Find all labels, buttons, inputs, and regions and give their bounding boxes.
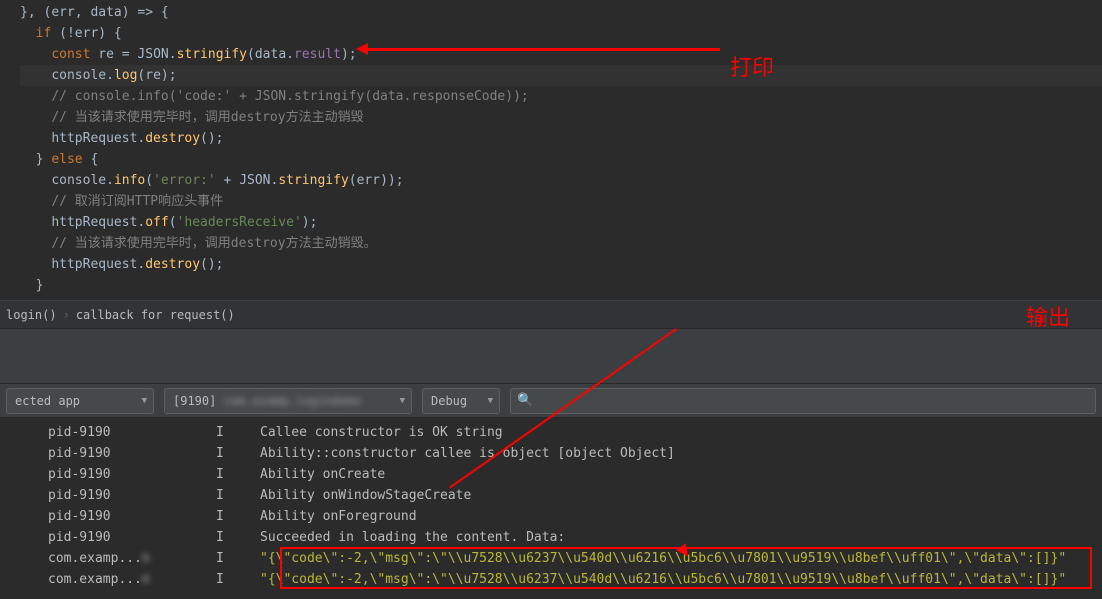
- code-line: httpRequest.destroy();: [20, 128, 1102, 149]
- log-level: I: [216, 443, 260, 464]
- log-tag: pid-9190: [48, 527, 216, 548]
- app-selector[interactable]: ected app ▼: [6, 388, 154, 414]
- log-tag: pid-9190: [48, 506, 216, 527]
- log-row: pid-9190IAbility onWindowStageCreate: [48, 485, 1102, 506]
- code-line: } else {: [20, 149, 1102, 170]
- log-message: Ability::constructor callee is object [o…: [260, 443, 675, 464]
- code-line: httpRequest.destroy();: [20, 254, 1102, 275]
- log-tag: pid-9190: [48, 485, 216, 506]
- log-row: pid-9190IAbility onCreate: [48, 464, 1102, 485]
- code-line: if (!err) {: [20, 23, 1102, 44]
- code-line: }: [20, 275, 1102, 296]
- process-selector[interactable]: [9190] com.examp.logindemo ▼: [164, 388, 412, 414]
- level-selector-label: Debug: [431, 394, 467, 408]
- log-search-input[interactable]: 🔍: [510, 388, 1096, 414]
- code-line: console.info('error:' + JSON.stringify(e…: [20, 170, 1102, 191]
- log-level: I: [216, 485, 260, 506]
- log-message: Ability onCreate: [260, 464, 385, 485]
- code-line: // 当该请求使用完毕时，调用destroy方法主动销毁。: [20, 233, 1102, 254]
- log-toolbar: ected app ▼ [9190] com.examp.logindemo ▼…: [0, 384, 1102, 418]
- log-level: I: [216, 527, 260, 548]
- app-selector-label: ected app: [15, 394, 80, 408]
- log-row: pid-9190ICallee constructor is OK string: [48, 422, 1102, 443]
- log-message: Ability onForeground: [260, 506, 417, 527]
- breadcrumb: login() › callback for request(): [0, 300, 1102, 328]
- code-editor[interactable]: }, (err, data) => { if (!err) { const re…: [0, 0, 1102, 300]
- code-line: // 当该请求使用完毕时，调用destroy方法主动销毁: [20, 107, 1102, 128]
- process-selector-label: [9190]: [173, 394, 216, 408]
- chevron-down-icon: ▼: [400, 396, 405, 406]
- log-row: pid-9190IAbility onForeground: [48, 506, 1102, 527]
- panel-divider: [0, 328, 1102, 384]
- code-line: }, (err, data) => {: [20, 2, 1102, 23]
- chevron-down-icon: ▼: [488, 396, 493, 406]
- log-message: Succeeded in loading the content. Data:: [260, 527, 565, 548]
- code-line-current: console.log(re);: [20, 65, 1102, 86]
- annotation-print: 打印: [730, 50, 774, 82]
- log-level: I: [216, 569, 260, 590]
- log-level: I: [216, 506, 260, 527]
- log-tag: pid-9190: [48, 464, 216, 485]
- annotation-output: 输出: [1026, 300, 1070, 332]
- log-level: I: [216, 548, 260, 569]
- log-tag: pid-9190: [48, 443, 216, 464]
- log-tag: com.examp...m: [48, 548, 216, 569]
- chevron-down-icon: ▼: [142, 396, 147, 406]
- breadcrumb-item[interactable]: login(): [6, 308, 57, 322]
- highlight-box: [280, 547, 1092, 589]
- log-row: pid-9190IAbility::constructor callee is …: [48, 443, 1102, 464]
- log-level: I: [216, 422, 260, 443]
- arrow-annotation: [360, 48, 720, 51]
- search-icon: 🔍: [517, 393, 533, 408]
- code-line: httpRequest.off('headersReceive');: [20, 212, 1102, 233]
- log-level: I: [216, 464, 260, 485]
- level-selector[interactable]: Debug ▼: [422, 388, 500, 414]
- log-tag: pid-9190: [48, 422, 216, 443]
- code-line: // 取消订阅HTTP响应头事件: [20, 191, 1102, 212]
- log-tag: com.examp...m: [48, 569, 216, 590]
- log-message: Ability onWindowStageCreate: [260, 485, 471, 506]
- breadcrumb-separator: ›: [63, 308, 70, 322]
- log-message: Callee constructor is OK string: [260, 422, 503, 443]
- log-row: pid-9190ISucceeded in loading the conten…: [48, 527, 1102, 548]
- breadcrumb-item[interactable]: callback for request(): [76, 308, 235, 322]
- code-line: // console.info('code:' + JSON.stringify…: [20, 86, 1102, 107]
